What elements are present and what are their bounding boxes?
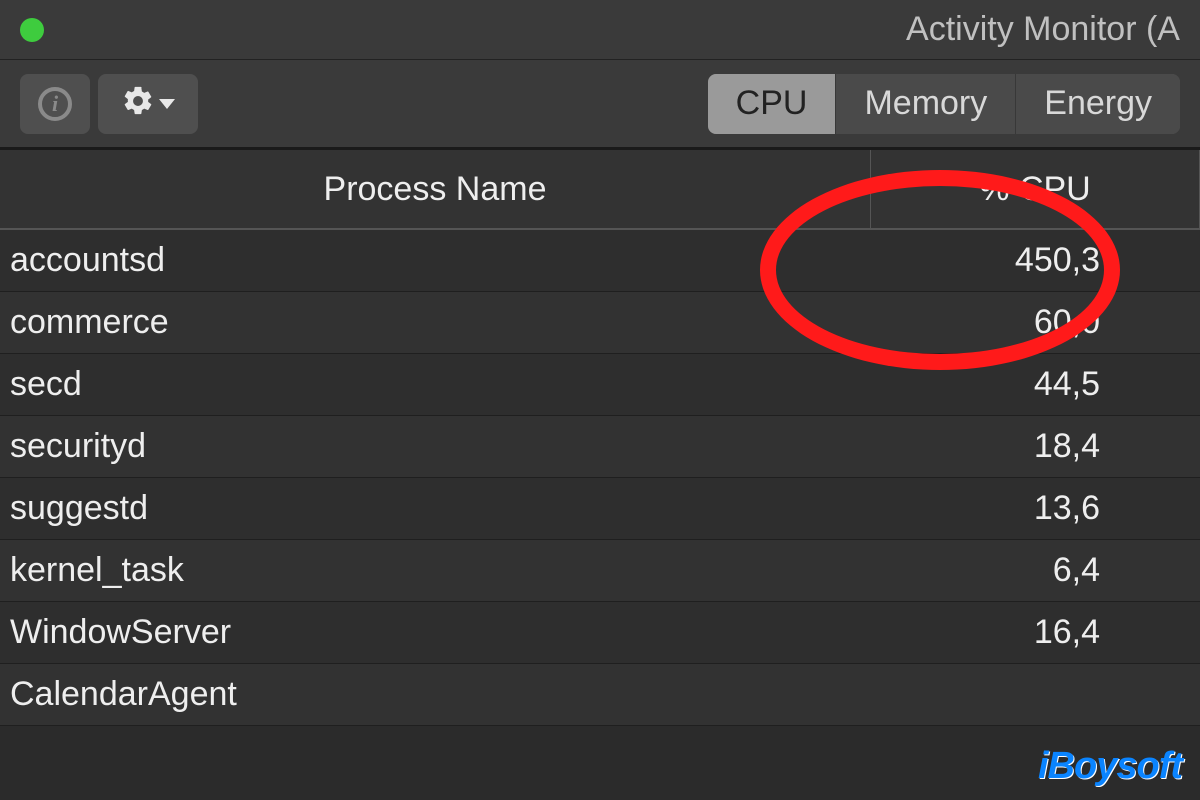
traffic-light-green[interactable] <box>20 18 44 42</box>
column-header-process-name[interactable]: Process Name <box>0 170 870 209</box>
table-row[interactable]: accountsd 450,3 <box>0 230 1200 292</box>
process-name: CalendarAgent <box>0 675 870 714</box>
process-name: commerce <box>0 303 870 342</box>
process-table: accountsd 450,3 commerce 60,0 secd 44,5 … <box>0 230 1200 726</box>
info-button[interactable]: i <box>20 74 90 134</box>
process-cpu: 13,6 <box>870 489 1200 528</box>
actions-button[interactable] <box>98 74 198 134</box>
process-name: accountsd <box>0 241 870 280</box>
tab-cpu[interactable]: CPU <box>708 74 837 134</box>
process-name: secd <box>0 365 870 404</box>
watermark: iBoysoft <box>1038 745 1182 788</box>
process-name: securityd <box>0 427 870 466</box>
process-cpu: 18,4 <box>870 427 1200 466</box>
process-cpu: 16,4 <box>870 613 1200 652</box>
process-name: WindowServer <box>0 613 870 652</box>
process-cpu: 60,0 <box>870 303 1200 342</box>
process-cpu: 450,3 <box>870 241 1200 280</box>
resource-tabs: CPU Memory Energy <box>708 74 1180 134</box>
table-row[interactable]: suggestd 13,6 <box>0 478 1200 540</box>
process-cpu: 6,4 <box>870 551 1200 590</box>
table-row[interactable]: secd 44,5 <box>0 354 1200 416</box>
table-row[interactable]: WindowServer 16,4 <box>0 602 1200 664</box>
table-row[interactable]: CalendarAgent <box>0 664 1200 726</box>
table-row[interactable]: commerce 60,0 <box>0 292 1200 354</box>
window-title: Activity Monitor (A <box>64 10 1180 49</box>
process-name: kernel_task <box>0 551 870 590</box>
table-row[interactable]: securityd 18,4 <box>0 416 1200 478</box>
toolbar: i CPU Memory Energy <box>0 60 1200 150</box>
tab-energy[interactable]: Energy <box>1016 74 1180 134</box>
tab-memory[interactable]: Memory <box>836 74 1016 134</box>
chevron-down-icon <box>159 99 175 109</box>
table-row[interactable]: kernel_task 6,4 <box>0 540 1200 602</box>
table-header: Process Name % CPU <box>0 150 1200 230</box>
info-icon: i <box>38 87 72 121</box>
process-name: suggestd <box>0 489 870 528</box>
column-header-pct-cpu[interactable]: % CPU <box>870 150 1200 228</box>
process-cpu: 44,5 <box>870 365 1200 404</box>
titlebar: Activity Monitor (A <box>0 0 1200 60</box>
gear-icon <box>121 84 155 123</box>
